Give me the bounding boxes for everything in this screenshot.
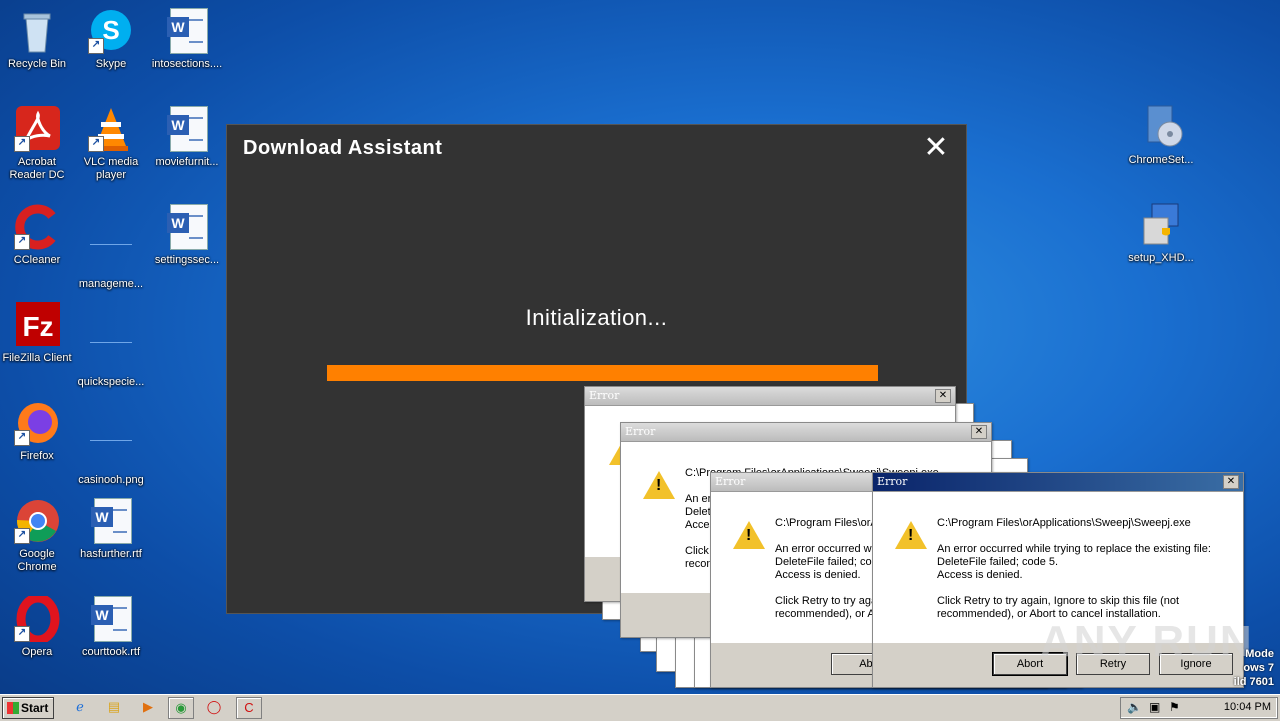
ccleaner-icon: ↗: [14, 204, 60, 250]
desktop-icon-moviefurnit[interactable]: moviefurnit...: [150, 106, 224, 169]
acrobat-icon: ↗: [14, 106, 60, 152]
desktop-icon-setup-xhd[interactable]: setup_XHD...: [1124, 202, 1198, 265]
filezilla-icon: Fz: [14, 302, 60, 348]
opera-icon: ↗: [14, 593, 60, 645]
firefox-icon: ↗: [14, 400, 60, 446]
chrome-taskbar-icon[interactable]: ◉: [168, 697, 194, 719]
desktop-icon-ccleaner[interactable]: ↗ CCleaner: [0, 204, 74, 267]
shortcut-arrow-icon: ↗: [88, 38, 104, 54]
close-icon[interactable]: ✕: [971, 425, 987, 439]
desktop-icon-vlc[interactable]: ↗ VLC media player: [74, 106, 148, 182]
svg-text:S: S: [102, 15, 119, 45]
desktop-icon-firefox[interactable]: ↗ Firefox: [0, 400, 74, 463]
error-path: C:\Program Files\orApplications\Sweepj\S…: [937, 517, 1191, 529]
error-message-line: An error occurred wh: [775, 543, 878, 555]
system-tray: 🔈 ▣ ⚑ 10:04 PM: [1120, 697, 1278, 719]
ccleaner-taskbar-icon[interactable]: C: [236, 697, 262, 719]
word-document-icon: [164, 204, 210, 250]
error-message-line: Access is denied.: [937, 569, 1023, 581]
desktop-icon-filezilla[interactable]: Fz FileZilla Client: [0, 302, 74, 365]
close-icon[interactable]: ✕: [935, 389, 951, 403]
shortcut-arrow-icon: ↗: [88, 136, 104, 152]
recycle-bin-icon: [14, 8, 60, 54]
desktop-icon-chromesetup[interactable]: ChromeSet...: [1124, 104, 1198, 167]
shortcut-arrow-icon: ↗: [14, 136, 30, 152]
clock[interactable]: 10:04 PM: [1224, 701, 1271, 713]
desktop-icon-intosections[interactable]: intosections....: [150, 8, 224, 71]
progress-bar: [327, 365, 878, 381]
error-message-line: DeleteFile failed; code 5.: [937, 556, 1059, 568]
warning-icon: [895, 521, 927, 549]
desktop-icon-manageme[interactable]: manageme...: [74, 204, 148, 291]
setup-installer-icon: [1138, 202, 1184, 248]
word-document-icon: [164, 8, 210, 54]
desktop-icon-hasfurther[interactable]: hasfurther.rtf: [74, 498, 148, 561]
desktop-icon-recycle-bin[interactable]: Recycle Bin: [0, 8, 74, 71]
shortcut-arrow-icon: ↗: [14, 528, 30, 544]
opera-taskbar-icon[interactable]: ◯: [202, 697, 226, 717]
initialization-status: Initialization...: [525, 305, 668, 330]
shortcut-arrow-icon: ↗: [14, 626, 30, 642]
error-message-line: DeleteFile failed; coc: [775, 556, 878, 568]
test-mode-notice: Mode ows 7 ild 7601: [1233, 648, 1274, 688]
error-dialog-titlebar: Error: [621, 423, 991, 442]
file-explorer-icon[interactable]: ▤: [102, 697, 126, 717]
chrome-icon: ↗: [14, 498, 60, 544]
error-message-line: An error occurred while trying to replac…: [937, 543, 1211, 555]
action-center-flag-icon[interactable]: ⚑: [1169, 700, 1180, 714]
word-document-icon: [88, 596, 134, 642]
error-dialog-titlebar: Error: [873, 473, 1243, 492]
blank-file-icon: [88, 228, 134, 274]
warning-icon: [643, 471, 675, 499]
progress-bar-fill: [327, 365, 878, 381]
desktop-icon-opera[interactable]: ↗ Opera: [0, 593, 74, 659]
skype-icon: S ↗: [88, 8, 134, 54]
network-icon[interactable]: ▣: [1149, 700, 1160, 714]
desktop-icon-skype[interactable]: S ↗ Skype: [74, 8, 148, 71]
error-message-line: Access is denied.: [775, 569, 861, 581]
speaker-icon[interactable]: 🔈: [1127, 700, 1142, 714]
media-player-icon[interactable]: ▶: [136, 697, 160, 717]
error-message-line: An er: [685, 493, 712, 505]
desktop-icon-courttook[interactable]: courttook.rtf: [74, 596, 148, 659]
taskbar: Start ℯ ▤ ▶ ◉ ◯ C 🔈 ▣ ⚑ 10:04 PM: [0, 694, 1280, 721]
shortcut-arrow-icon: ↗: [14, 234, 30, 250]
close-icon[interactable]: ✕: [923, 133, 949, 163]
windows-logo-icon: [7, 702, 19, 714]
error-message-line: Click Retry to try agai: [775, 595, 880, 607]
start-button[interactable]: Start: [2, 697, 54, 719]
word-document-icon: [164, 106, 210, 152]
error-dialog-titlebar: Error: [585, 387, 955, 406]
error-message-line: recommended), or A: [775, 608, 875, 620]
desktop-icon-quickspecie[interactable]: quickspecie...: [74, 302, 148, 389]
download-assistant-title: Download Assistant: [243, 137, 443, 159]
anyrun-watermark: ANY RUN: [1040, 617, 1254, 666]
blank-file-icon: [88, 326, 134, 372]
shortcut-arrow-icon: ↗: [14, 430, 30, 446]
error-path: C:\Program Files\orA: [775, 517, 878, 529]
close-icon[interactable]: ✕: [1223, 475, 1239, 489]
svg-text:Fz: Fz: [22, 311, 53, 342]
installer-icon: [1138, 104, 1184, 150]
desktop-icon-chrome[interactable]: ↗ Google Chrome: [0, 498, 74, 574]
error-message-line: Click Retry to try again, Ignore to skip…: [937, 595, 1180, 607]
internet-explorer-icon[interactable]: ℯ: [68, 697, 92, 717]
desktop-icon-acrobat[interactable]: ↗ Acrobat Reader DC: [0, 106, 74, 182]
word-document-icon: [88, 498, 134, 544]
desktop-icon-settingssec[interactable]: settingssec...: [150, 204, 224, 267]
error-message-line: Delet: [685, 506, 711, 518]
vlc-cone-icon: ↗: [88, 106, 134, 152]
desktop-icon-casinooh[interactable]: casinooh.png: [74, 400, 148, 487]
warning-icon: [733, 521, 765, 549]
error-message-line: recon: [685, 558, 713, 570]
blank-file-icon: [88, 424, 134, 470]
